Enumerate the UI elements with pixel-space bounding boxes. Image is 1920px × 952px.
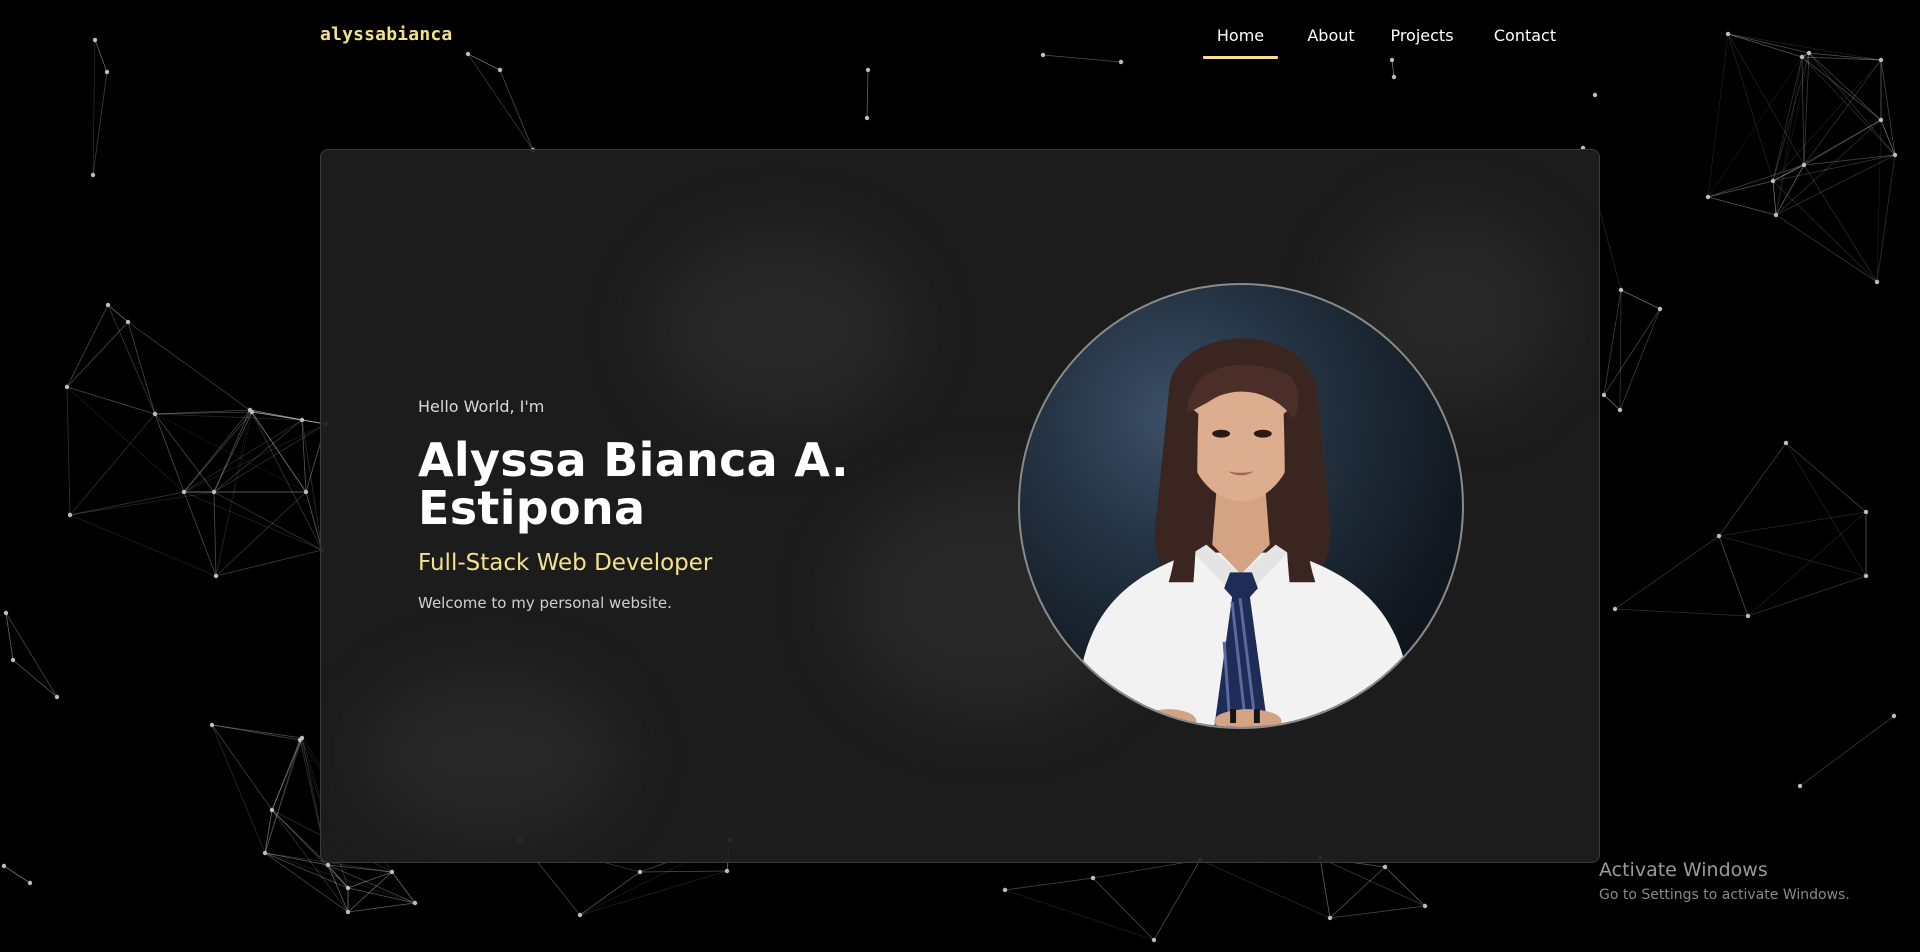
hero-card: Hello World, I'm Alyssa Bianca A. Estipo…	[320, 149, 1600, 863]
navbar: alyssabianca Home About Projects Contact	[0, 0, 1920, 64]
windows-activation-watermark: Activate Windows Go to Settings to activ…	[1599, 859, 1850, 903]
card-texture	[361, 670, 621, 840]
profile-photo-illustration	[1065, 338, 1417, 727]
hero-name: Alyssa Bianca A. Estipona	[418, 436, 938, 532]
nav-link-projects[interactable]: Projects	[1384, 0, 1460, 60]
page: alyssabianca Home About Projects Contact…	[0, 0, 1920, 952]
hero-name-line1: Alyssa Bianca A.	[418, 433, 849, 487]
profile-photo	[1018, 283, 1464, 729]
hero-intro: Hello World, I'm Alyssa Bianca A. Estipo…	[418, 397, 938, 612]
nav-link-about[interactable]: About	[1301, 0, 1361, 60]
hero-role: Full-Stack Web Developer	[418, 550, 713, 576]
watermark-title: Activate Windows	[1599, 859, 1768, 881]
nav-link-contact[interactable]: Contact	[1490, 0, 1560, 60]
nav-links: Home About Projects Contact	[1203, 0, 1560, 64]
site-logo[interactable]: alyssabianca	[320, 24, 452, 45]
hero-greeting: Hello World, I'm	[418, 397, 545, 416]
nav-link-home[interactable]: Home	[1203, 0, 1278, 60]
hero-name-line2: Estipona	[418, 481, 646, 535]
watermark-subtitle: Go to Settings to activate Windows.	[1599, 887, 1850, 903]
hero-welcome: Welcome to my personal website.	[418, 594, 672, 612]
